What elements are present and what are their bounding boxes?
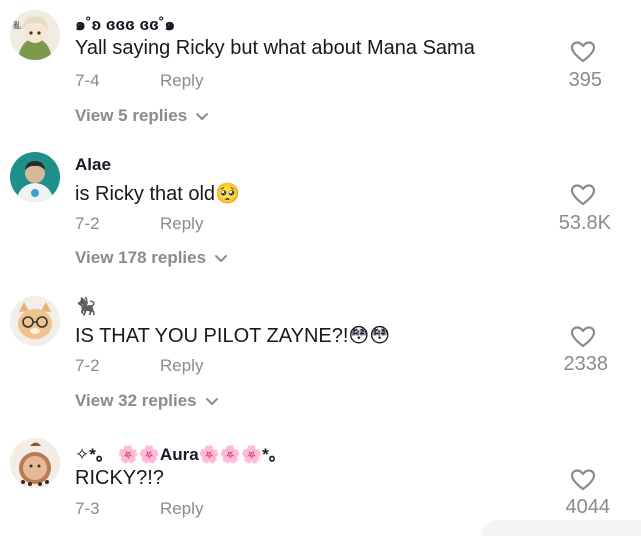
like-count: 4044 — [565, 496, 611, 518]
view-replies-button[interactable]: View 32 replies — [75, 391, 219, 411]
comment-item: 🐈‍⬛ IS THAT YOU PILOT ZAYNE?!😳😳 7-2 Repl… — [0, 284, 641, 424]
view-replies-button[interactable]: View 5 replies — [75, 106, 209, 126]
heart-outline-icon — [570, 41, 596, 63]
comment-username[interactable]: ✧*。 🌸🌸Aura🌸🌸🌸*。 — [75, 440, 286, 465]
like-button[interactable] — [570, 325, 596, 349]
comment-text: RICKY?!? — [75, 467, 164, 489]
like-button[interactable] — [570, 468, 596, 492]
view-replies-button[interactable]: View 178 replies — [75, 248, 228, 268]
avatar[interactable] — [10, 296, 60, 346]
like-count: 2338 — [563, 353, 609, 375]
heart-outline-icon — [570, 326, 596, 348]
heart-outline-icon — [570, 184, 596, 206]
avatar-image — [10, 438, 60, 488]
view-replies-label: View 32 replies — [75, 391, 197, 410]
avatar[interactable] — [10, 152, 60, 202]
like-count: 395 — [568, 69, 602, 91]
view-replies-label: View 178 replies — [75, 248, 207, 267]
reply-button[interactable]: Reply — [160, 499, 203, 519]
comment-text: is Ricky that old🥺 — [75, 183, 240, 205]
chevron-down-icon — [215, 255, 228, 262]
avatar-image — [10, 152, 60, 202]
comment-username[interactable]: Alae — [75, 155, 111, 175]
comment-item: 亂 ๑˚ʚ ɞɞɞ ɞɞ˚๑ Yall saying Ricky but wha… — [0, 0, 641, 140]
comment-username[interactable]: ๑˚ʚ ɞɞɞ ɞɞ˚๑ — [75, 11, 175, 38]
comment-date: 7-4 — [75, 71, 100, 90]
comment-date: 7-2 — [75, 356, 100, 375]
chevron-down-icon — [196, 113, 209, 120]
reply-button[interactable]: Reply — [160, 214, 203, 234]
comment-item: Alae is Ricky that old🥺 7-2 Reply View 1… — [0, 142, 641, 282]
chevron-down-icon — [205, 398, 218, 405]
like-count: 53.8K — [558, 212, 611, 234]
comment-date: 7-3 — [75, 499, 100, 518]
like-button[interactable] — [570, 183, 596, 207]
like-button[interactable] — [570, 40, 596, 64]
comment-date: 7-2 — [75, 214, 100, 233]
comment-username[interactable]: 🐈‍⬛ — [75, 297, 96, 317]
avatar-image: 亂 — [10, 10, 60, 60]
comment-input-edge — [481, 520, 641, 536]
view-replies-label: View 5 replies — [75, 106, 188, 125]
avatar-image — [10, 296, 60, 346]
comment-text: Yall saying Ricky but what about Mana Sa… — [75, 37, 475, 59]
avatar[interactable]: 亂 — [10, 10, 60, 60]
avatar[interactable] — [10, 438, 60, 488]
svg-text:亂: 亂 — [13, 20, 21, 30]
heart-outline-icon — [570, 469, 596, 491]
reply-button[interactable]: Reply — [160, 356, 203, 376]
reply-button[interactable]: Reply — [160, 71, 203, 91]
comment-text: IS THAT YOU PILOT ZAYNE?!😳😳 — [75, 325, 391, 347]
